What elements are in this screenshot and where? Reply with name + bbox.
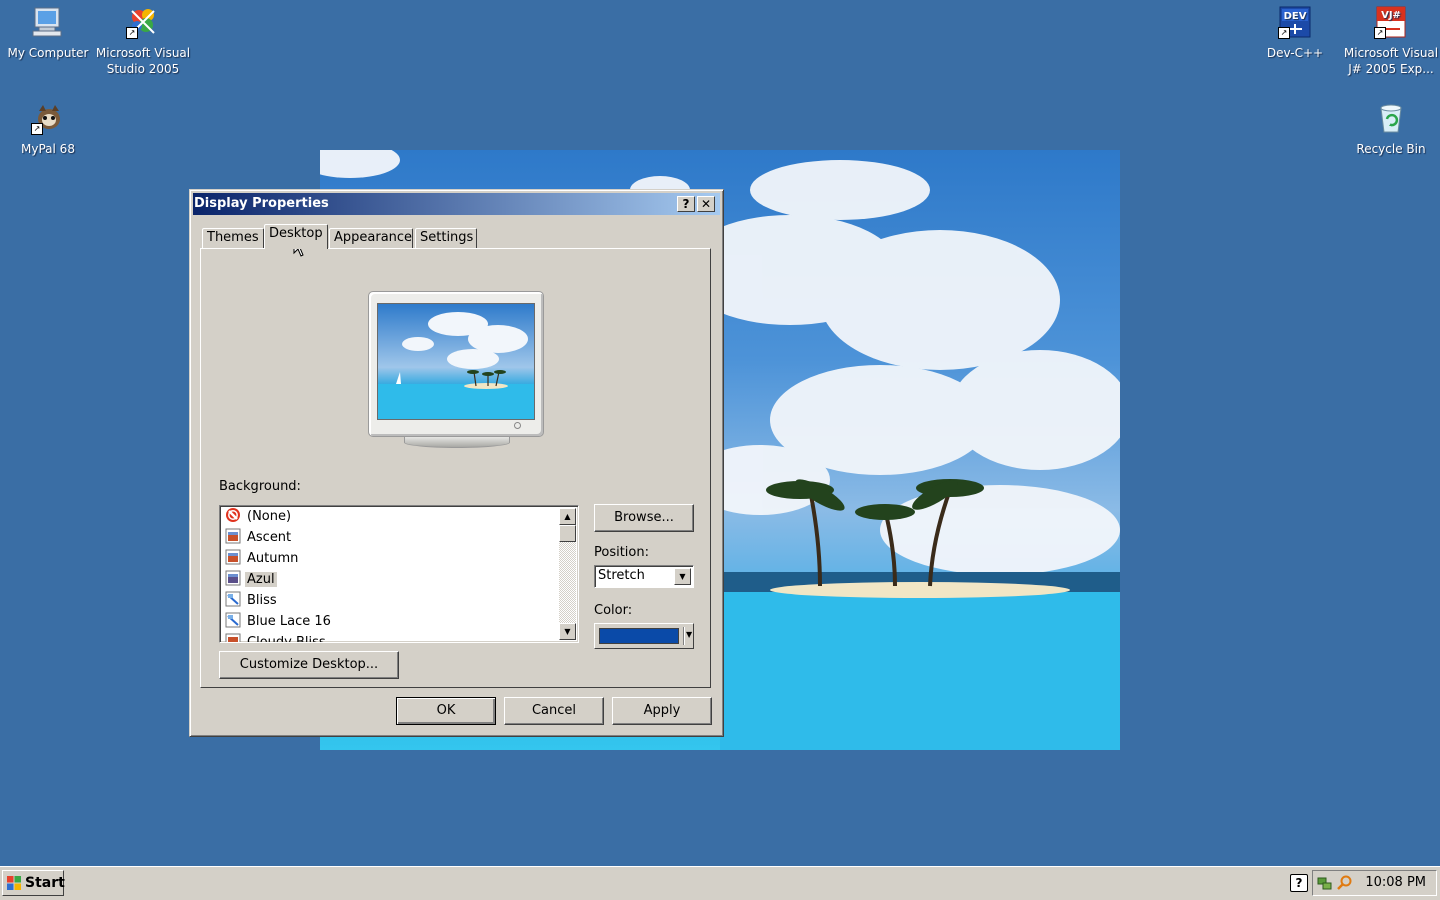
desktop-icon-mypal[interactable]: ↗ MyPal 68: [0, 99, 96, 157]
dialog-title: Display Properties: [194, 196, 329, 211]
arrow-down-icon: ▼: [564, 627, 571, 636]
image-file-icon: [225, 528, 241, 544]
bitmap-file-icon: [225, 591, 241, 607]
browse-button[interactable]: Browse...: [594, 504, 694, 532]
visual-studio-icon: ↗: [126, 5, 160, 39]
background-listbox[interactable]: (None) Ascent Autumn Azul Bliss Blue Lac…: [219, 505, 579, 643]
none-icon: [225, 507, 241, 523]
list-item-autumn[interactable]: Autumn: [225, 549, 300, 569]
help-icon: ?: [682, 197, 690, 211]
start-label: Start: [25, 875, 65, 891]
tab-themes[interactable]: Themes: [202, 228, 264, 248]
desktop-tab-panel: Background: (None) Ascent Autumn Azul Bl…: [200, 248, 711, 688]
taskbar-clock: 10:08 PM: [1365, 875, 1426, 890]
apply-button[interactable]: Apply: [612, 697, 712, 725]
desktop-icon-label: Recycle Bin: [1356, 142, 1426, 156]
list-item-azul[interactable]: Azul: [225, 570, 277, 590]
mypal-icon: ↗: [31, 101, 65, 135]
system-tray: 10:08 PM: [1312, 870, 1437, 896]
desktop-icon-recycle-bin[interactable]: Recycle Bin: [1343, 99, 1439, 157]
recycle-bin-icon: [1374, 101, 1408, 135]
list-item-cloudy-bliss[interactable]: Cloudy Bliss: [225, 633, 328, 642]
help-icon[interactable]: ?: [1290, 874, 1308, 892]
desktop-icon-my-computer[interactable]: My Computer: [0, 3, 96, 61]
image-file-icon: [225, 549, 241, 565]
tab-label: Settings: [420, 230, 474, 245]
taskbar: Start ? 10:08 PM: [0, 866, 1440, 900]
background-label: Background:: [219, 479, 301, 494]
desktop-icon-label: Dev-C++: [1266, 46, 1324, 60]
tab-desktop[interactable]: Desktop: [264, 224, 328, 249]
dialog-titlebar[interactable]: Display Properties ? ✕: [193, 193, 720, 215]
background-list-scrollbar[interactable]: ▲ ▼: [559, 508, 576, 640]
jsharp-badge-text: VJ#: [1381, 10, 1401, 21]
color-swatch: [599, 628, 679, 644]
list-item-blue-lace-16[interactable]: Blue Lace 16: [225, 612, 333, 632]
monitor-power-led: [514, 422, 521, 429]
desktop-icon-devcpp[interactable]: DEV ↗ Dev-C++: [1247, 3, 1343, 61]
display-properties-dialog: Display Properties ? ✕ Themes Desktop Ap…: [189, 189, 724, 737]
help-button[interactable]: ?: [677, 196, 695, 212]
cancel-button[interactable]: Cancel: [504, 697, 604, 725]
shortcut-arrow-icon: ↗: [31, 123, 43, 135]
chevron-down-icon: ▼: [686, 630, 693, 639]
devcpp-badge-text: DEV: [1284, 11, 1307, 22]
position-value: Stretch: [598, 568, 645, 583]
tab-label: Appearance: [334, 230, 413, 245]
network-icon[interactable]: [1316, 875, 1332, 891]
monitor-preview: [368, 291, 544, 437]
start-button[interactable]: Start: [2, 870, 65, 896]
customize-desktop-button[interactable]: Customize Desktop...: [219, 651, 399, 679]
chevron-down-icon[interactable]: ▼: [674, 568, 691, 585]
shortcut-arrow-icon: ↗: [126, 27, 138, 39]
scroll-up-button[interactable]: ▲: [559, 508, 576, 525]
position-select[interactable]: Stretch ▼: [594, 565, 694, 588]
color-label: Color:: [594, 603, 633, 618]
windows-flag-icon: [7, 876, 21, 890]
list-item-none[interactable]: (None): [225, 507, 293, 527]
shortcut-arrow-icon: ↗: [1278, 27, 1290, 39]
ok-button[interactable]: OK: [396, 697, 496, 725]
position-label: Position:: [594, 545, 649, 560]
close-button[interactable]: ✕: [697, 196, 715, 212]
list-item-bliss[interactable]: Bliss: [225, 591, 279, 611]
tab-label: Themes: [207, 230, 259, 245]
image-file-icon: [225, 570, 241, 586]
scroll-thumb[interactable]: [559, 525, 576, 542]
tab-settings[interactable]: Settings: [415, 228, 477, 248]
visual-jsharp-icon: VJ# ↗: [1374, 5, 1408, 39]
desktop-icon-label: My Computer: [7, 46, 89, 60]
tab-appearance[interactable]: Appearance: [329, 228, 413, 248]
desktop-icon-label: Microsoft Visual J# 2005 Exp...: [1343, 46, 1439, 76]
devcpp-icon: DEV ↗: [1278, 5, 1312, 39]
my-computer-icon: [31, 5, 65, 39]
list-item-ascent[interactable]: Ascent: [225, 528, 293, 548]
wallpaper-preview-screen: [377, 303, 535, 420]
color-picker-button[interactable]: ▼: [594, 623, 694, 649]
desktop-icon-label: Microsoft Visual Studio 2005: [95, 46, 191, 76]
scroll-down-button[interactable]: ▼: [559, 623, 576, 640]
desktop-icon-visual-studio[interactable]: ↗ Microsoft Visual Studio 2005: [95, 3, 191, 77]
desktop-icon-visual-jsharp[interactable]: VJ# ↗ Microsoft Visual J# 2005 Exp...: [1343, 3, 1439, 77]
desktop-icon-label: MyPal 68: [21, 142, 75, 156]
color-picker-separator: [683, 627, 684, 645]
image-file-icon: [225, 633, 241, 642]
arrow-up-icon: ▲: [564, 512, 571, 521]
shortcut-arrow-icon: ↗: [1374, 27, 1386, 39]
close-icon: ✕: [700, 197, 712, 211]
bitmap-file-icon: [225, 612, 241, 628]
tab-label: Desktop: [269, 226, 323, 241]
monitor-stand: [404, 437, 510, 448]
search-icon[interactable]: [1337, 875, 1353, 891]
